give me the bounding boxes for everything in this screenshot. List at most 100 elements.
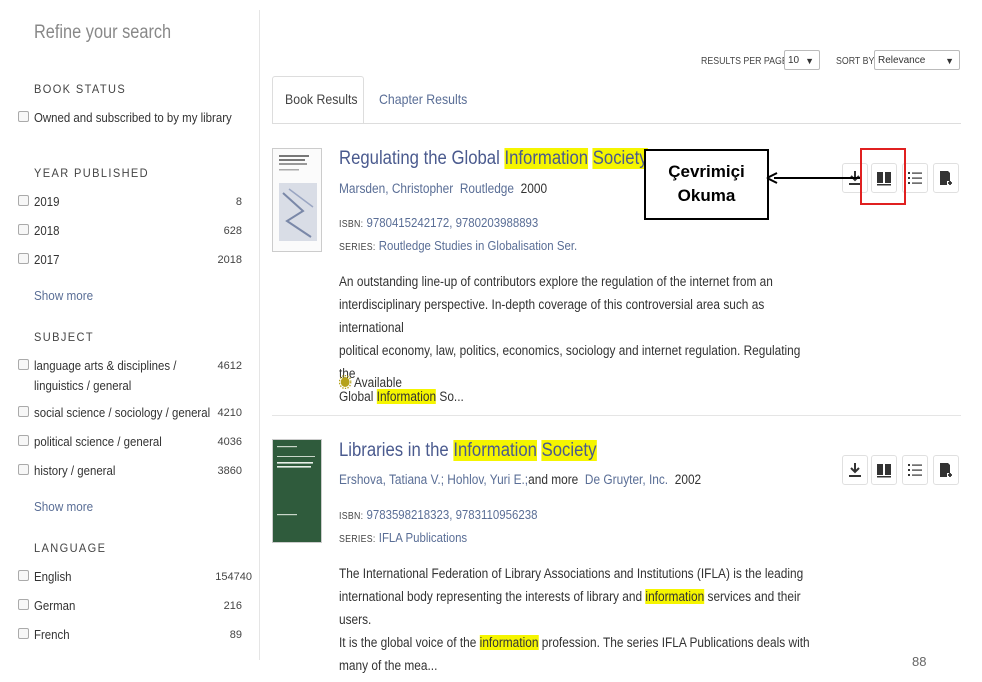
result-series: SERIES: Routledge Studies in Globalisati… [339,238,577,253]
filter-count: 628 [223,225,242,237]
add-document-icon [940,171,952,185]
results-per-page-select[interactable]: 10 ▼ [784,50,820,70]
description-line: international body representing the inte… [339,585,819,631]
available-badge-icon [338,374,352,390]
description-line: Global Information So... [339,385,819,408]
filter-label: German [34,598,76,613]
description-text: It is the global voice of the [339,635,480,650]
checkbox[interactable] [18,628,29,639]
series-label: SERIES: [339,242,376,253]
author-link[interactable]: Marsden, Christopher [339,181,453,196]
description-text: profession. The series IFLA Publications… [538,635,810,650]
sidebar-divider [259,10,260,660]
table-of-contents-button[interactable] [902,455,928,485]
checkbox[interactable] [18,570,29,581]
download-icon [849,463,861,477]
filter-label: 2017 [34,252,60,267]
sort-by-select[interactable]: Relevance ▼ [874,50,960,70]
description-text: many of the mea... [339,658,438,673]
result-separator [272,415,961,416]
result-authorship: Ershova, Tatiana V.; Hohlov, Yuri E.;and… [339,472,701,487]
subject-show-more-link[interactable]: Show more [34,499,93,514]
refine-title: Refine your search [34,22,172,43]
isbn-value: 9783598218323, 9783110956238 [366,507,538,522]
filter-count: 89 [229,629,242,641]
filter-label: social science / sociology / general [34,405,211,420]
publisher-link[interactable]: De Gruyter, Inc. [585,472,668,487]
author-link[interactable]: Ershova, Tatiana V.; Hohlov, Yuri E.; [339,472,528,487]
callout-line: Okuma [677,186,736,205]
description-line: interdisciplinary perspective. In-depth … [339,297,765,335]
read-online-button[interactable] [871,455,897,485]
isbn-label: ISBN: [339,219,364,230]
caret-down-icon: ▼ [945,56,954,66]
filter-count: 4612 [217,360,242,372]
highlight-term: information [479,635,539,650]
series-link[interactable]: IFLA Publications [379,530,467,545]
checkbox[interactable] [18,195,29,206]
result-series: SERIES: IFLA Publications [339,530,467,545]
result-authorship: Marsden, Christopher Routledge 2000 [339,181,547,196]
description-line: The International Federation of Library … [339,562,819,585]
tabs-underline [272,123,961,124]
filter-count: 4210 [217,407,242,419]
publication-year: 2000 [520,181,548,196]
checkbox[interactable] [18,464,29,475]
title-text: Libraries in the [339,440,454,461]
series-link[interactable]: Routledge Studies in Globalisation Ser. [379,238,577,253]
checkbox[interactable] [18,224,29,235]
tab-chapter-results[interactable]: Chapter Results [379,91,467,107]
title-text: Regulating the Global [339,148,505,169]
list-icon [908,464,922,476]
callout-line: Çevrimiçi [668,162,745,181]
highlight-box [860,148,906,205]
sort-by-label: SORT BY [836,56,875,67]
result-description: The International Federation of Library … [339,562,819,677]
caret-down-icon: ▼ [805,56,814,66]
tab-book-results-label[interactable]: Book Results [285,91,358,107]
result-title-link[interactable]: Regulating the Global Information Societ… [339,148,648,170]
refine-sidebar: Refine your search BOOK STATUS Owned and… [0,0,262,682]
description-line: It is the global voice of the informatio… [339,631,819,654]
add-to-list-button[interactable] [933,455,959,485]
and-more-text: and more [528,472,579,487]
description-text: So... [436,389,464,404]
book-status-heading: BOOK STATUS [34,82,127,96]
publisher-link[interactable]: Routledge [460,181,514,196]
description-text: Global [339,389,377,404]
checkbox[interactable] [18,253,29,264]
result-title-link[interactable]: Libraries in the Information Society [339,440,597,462]
filter-count: 216 [223,600,242,612]
subject-heading: SUBJECT [34,330,94,344]
download-button[interactable] [842,455,868,485]
checkbox[interactable] [18,435,29,446]
year-show-more-link[interactable]: Show more [34,288,93,303]
highlight-term: Information [504,148,589,169]
results-per-page-label: RESULTS PER PAGE [701,56,788,67]
highlight-term: Society [541,440,597,461]
checkbox[interactable] [18,406,29,417]
results-per-page-value: 10 [788,55,800,66]
list-icon [908,172,922,184]
availability-status: Available [338,374,402,390]
description-line: political economy, law, politics, econom… [339,343,801,381]
description-text: The International Federation of Library … [339,566,804,581]
filter-label: history / general [34,463,116,478]
filter-label: English [34,569,72,584]
publication-year: 2002 [674,472,702,487]
result-description: An outstanding line-up of contributors e… [339,270,819,408]
isbn-label: ISBN: [339,511,364,522]
book-cover-thumbnail[interactable] [272,148,322,252]
description-line: An outstanding line-up of contributors e… [339,274,773,289]
result-isbn: ISBN: 9780415242172, 9780203988893 [339,215,538,230]
filter-count: 8 [235,196,242,208]
book-cover-thumbnail[interactable] [272,439,322,543]
add-to-list-button[interactable] [933,163,959,193]
description-text: international body representing the inte… [339,589,646,604]
filter-subject-linguistics[interactable]: language arts & disciplines / linguistic… [18,356,248,396]
checkbox[interactable] [18,599,29,610]
checkbox[interactable] [18,111,29,122]
checkbox[interactable] [18,359,29,370]
result-isbn: ISBN: 9783598218323, 9783110956238 [339,507,537,522]
add-document-icon [940,463,952,477]
